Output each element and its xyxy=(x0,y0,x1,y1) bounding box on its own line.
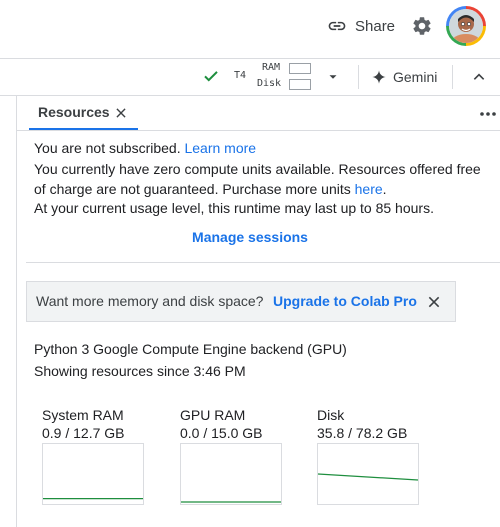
toolbar-divider xyxy=(358,65,359,89)
resource-value: 0.0 / 15.0 GB xyxy=(180,425,263,441)
manage-sessions-link[interactable]: Manage sessions xyxy=(0,229,500,245)
tab-label: Resources xyxy=(38,104,110,120)
link-icon xyxy=(328,21,346,31)
panel-left-border xyxy=(16,95,17,527)
close-icon[interactable] xyxy=(114,106,128,120)
gear-icon[interactable] xyxy=(411,15,433,37)
section-divider xyxy=(26,262,500,263)
usage-line xyxy=(318,473,418,481)
ram-usage-bar[interactable] xyxy=(289,63,311,74)
system-ram-chart xyxy=(42,443,144,505)
share-label: Share xyxy=(355,17,396,35)
sparkle-icon xyxy=(372,70,386,84)
top-bar: Share xyxy=(0,0,500,59)
chevron-up-icon[interactable] xyxy=(471,69,487,85)
resources-since: Showing resources since 3:46 PM xyxy=(34,363,246,379)
disk-label: Disk xyxy=(257,78,282,89)
resource-name: System RAM xyxy=(42,407,124,423)
compute-units-text: You currently have zero compute units av… xyxy=(34,161,481,197)
toolbar-divider xyxy=(452,65,453,89)
resource-value: 0.9 / 12.7 GB xyxy=(42,425,125,441)
learn-more-link[interactable]: Learn more xyxy=(184,140,256,156)
resource-disk: Disk 35.8 / 78.2 GB xyxy=(317,406,427,505)
avatar-photo xyxy=(449,9,483,43)
resource-gpu-ram: GPU RAM 0.0 / 15.0 GB xyxy=(180,406,290,505)
disk-usage-bar[interactable] xyxy=(289,79,311,90)
tab-resources[interactable]: Resources xyxy=(29,97,138,130)
compute-units-message: You currently have zero compute units av… xyxy=(34,161,481,197)
resource-system-ram: System RAM 0.9 / 12.7 GB xyxy=(42,406,152,505)
backend-info: Python 3 Google Compute Engine backend (… xyxy=(34,341,347,357)
check-icon xyxy=(204,71,218,82)
resource-name: GPU RAM xyxy=(180,407,246,423)
close-icon[interactable] xyxy=(426,294,442,310)
upgrade-to-pro-link[interactable]: Upgrade to Colab Pro xyxy=(273,293,417,309)
ram-label: RAM xyxy=(262,62,281,73)
caret-down-icon[interactable] xyxy=(326,70,340,84)
purchase-units-link[interactable]: here xyxy=(355,181,383,197)
avatar[interactable] xyxy=(446,6,486,46)
resource-name: Disk xyxy=(317,407,345,423)
runtime-estimate: At your current usage level, this runtim… xyxy=(34,200,434,216)
gpu-type-label: T4 xyxy=(234,70,247,81)
resource-value: 35.8 / 78.2 GB xyxy=(317,425,408,441)
subscription-status: You are not subscribed. Learn more xyxy=(34,138,256,158)
tab-strip-divider xyxy=(17,130,500,131)
upgrade-prompt: Want more memory and disk space? xyxy=(36,293,264,309)
user-portrait-icon xyxy=(449,9,483,43)
upgrade-banner: Want more memory and disk space? Upgrade… xyxy=(26,281,456,322)
more-horiz-icon[interactable] xyxy=(478,110,498,118)
gpu-ram-chart xyxy=(180,443,282,505)
disk-chart xyxy=(317,443,419,505)
gemini-button[interactable]: Gemini xyxy=(371,67,437,87)
subscription-text: You are not subscribed. xyxy=(34,140,181,156)
runtime-bar: T4 RAM Disk Gemini xyxy=(0,59,500,96)
share-button[interactable]: Share xyxy=(327,14,395,38)
gemini-label: Gemini xyxy=(393,69,438,85)
